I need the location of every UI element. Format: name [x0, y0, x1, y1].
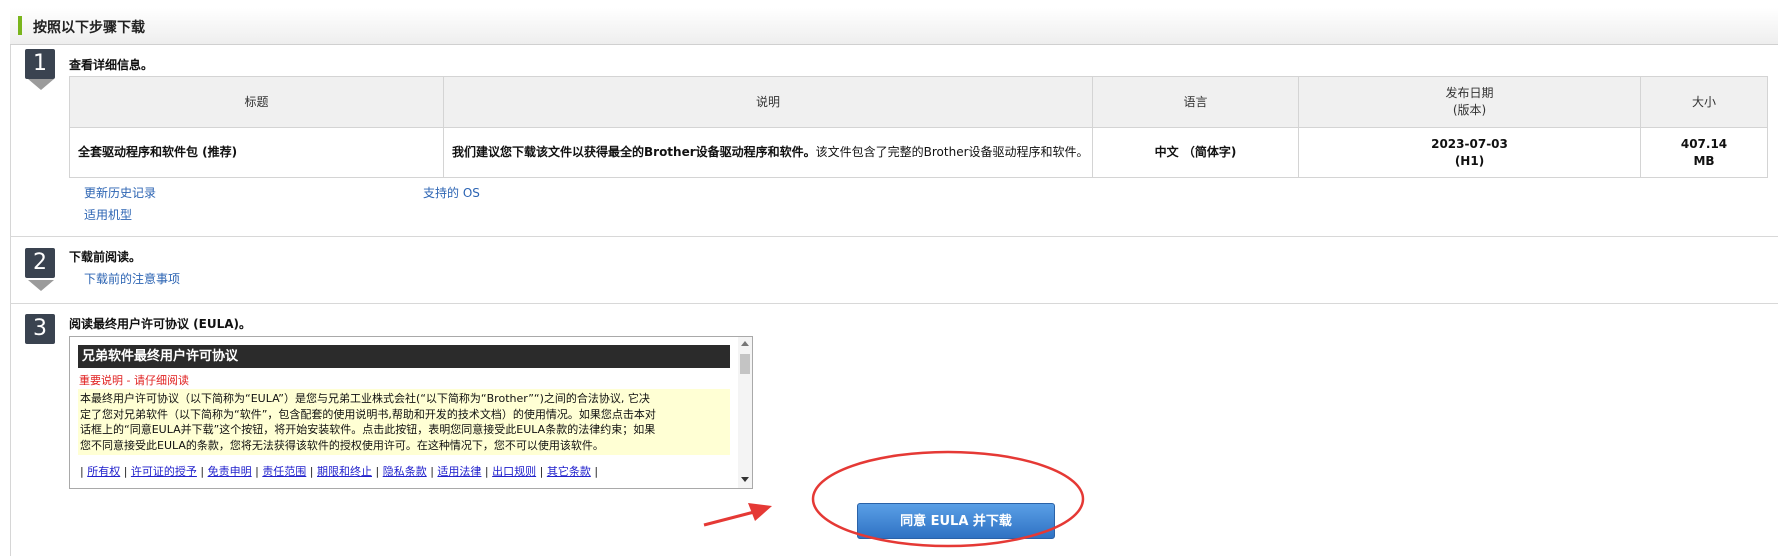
annotation-arrow-head-icon [748, 503, 772, 521]
annotation-circle [811, 450, 1085, 548]
annotation-overlay [703, 450, 1085, 548]
annotation-arrow-shaft [703, 509, 759, 527]
